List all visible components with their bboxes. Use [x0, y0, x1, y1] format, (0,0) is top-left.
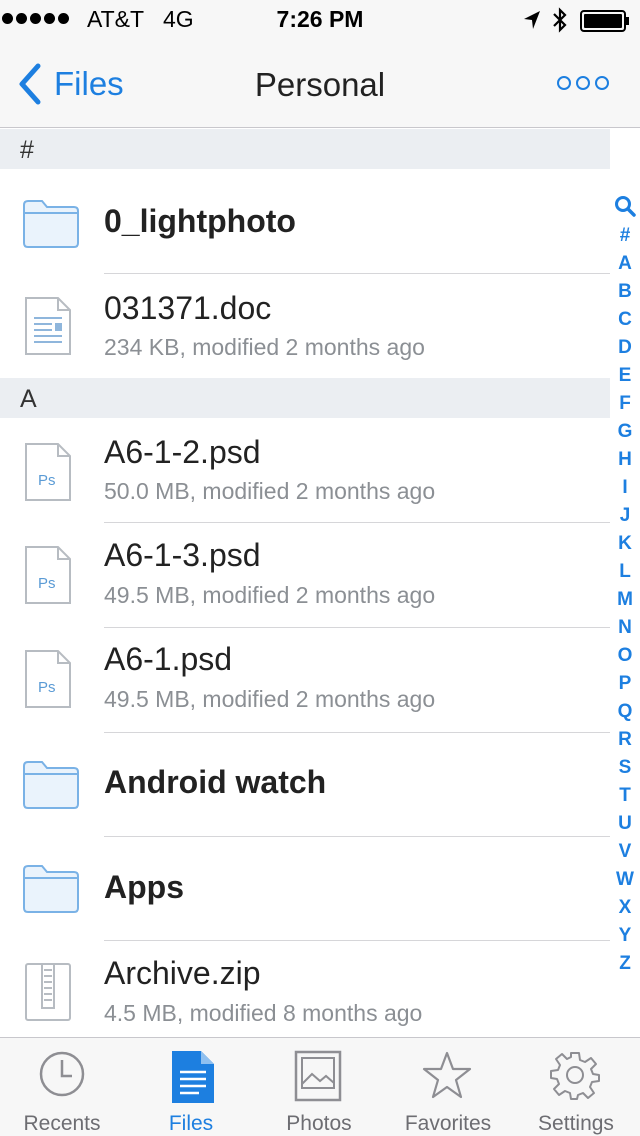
index-letter[interactable]: C — [610, 306, 640, 334]
clock-time: 7:26 PM — [276, 6, 364, 32]
location-arrow-icon — [524, 11, 540, 29]
index-letter[interactable]: Q — [610, 698, 640, 726]
file-name: Archive.zip — [104, 955, 261, 991]
tab-recents[interactable]: Recents — [0, 1038, 124, 1136]
status-bar: AT&T 4G 7:26 PM — [0, 0, 640, 40]
gear-icon — [550, 1052, 600, 1100]
index-letter[interactable]: H — [610, 446, 640, 474]
bluetooth-icon — [553, 7, 567, 33]
file-name: Apps — [104, 869, 184, 905]
psd-file-icon: Ps — [25, 650, 71, 708]
file-name: A6-1.psd — [104, 641, 233, 677]
tab-files[interactable]: Files — [129, 1038, 253, 1136]
index-letter[interactable]: # — [610, 222, 640, 250]
folder-icon — [23, 761, 79, 809]
file-name: Android watch — [104, 764, 327, 800]
folder-icon — [23, 200, 79, 248]
file-meta: 4.5 MB, modified 8 months ago — [104, 1000, 423, 1026]
index-letter[interactable]: X — [610, 894, 640, 922]
index-letter[interactable]: L — [610, 558, 640, 586]
document-icon — [25, 297, 71, 355]
file-meta: 49.5 MB, modified 2 months ago — [104, 582, 436, 608]
list-item-file[interactable]: Ps A6-1.psd 49.5 MB, modified 2 months a… — [0, 628, 610, 732]
clock-icon — [39, 1051, 85, 1097]
file-name: 0_lightphoto — [104, 203, 296, 239]
psd-file-icon: Ps — [25, 443, 71, 501]
psd-icon-text: Ps — [38, 575, 56, 592]
more-options-button[interactable] — [557, 72, 613, 94]
index-letter[interactable]: M — [610, 586, 640, 614]
index-letter[interactable]: D — [610, 334, 640, 362]
battery-icon — [580, 10, 629, 32]
index-letter[interactable]: F — [610, 390, 640, 418]
index-letter[interactable]: R — [610, 726, 640, 754]
tab-label: Settings — [538, 1112, 614, 1135]
file-meta: 50.0 MB, modified 2 months ago — [104, 478, 436, 504]
tab-label: Photos — [286, 1112, 352, 1135]
folder-icon — [23, 865, 79, 913]
file-meta: 234 KB, modified 2 months ago — [104, 334, 425, 360]
index-letter[interactable]: J — [610, 502, 640, 530]
index-letter[interactable]: V — [610, 838, 640, 866]
tab-settings[interactable]: Settings — [512, 1038, 640, 1136]
file-name: 031371.doc — [104, 290, 272, 326]
section-header-label: # — [20, 136, 34, 164]
psd-icon-text: Ps — [38, 679, 56, 696]
section-header-label: A — [20, 385, 37, 413]
page-title: Personal — [254, 66, 386, 103]
tab-bar: Recents Files Photos Favorites Settings — [0, 1037, 640, 1136]
index-letter[interactable]: Y — [610, 922, 640, 950]
index-letter[interactable]: G — [610, 418, 640, 446]
section-index-bar[interactable]: # A B C D E F G H I J K L M N O P Q R S … — [610, 222, 640, 978]
list-item-folder[interactable]: Android watch — [0, 733, 610, 837]
zip-file-icon — [25, 963, 71, 1021]
section-header: # — [0, 129, 610, 169]
file-name: A6-1-3.psd — [104, 537, 261, 573]
file-meta: 49.5 MB, modified 2 months ago — [104, 686, 436, 712]
list-item-file[interactable]: Archive.zip 4.5 MB, modified 8 months ag… — [0, 941, 610, 1037]
index-letter[interactable]: B — [610, 278, 640, 306]
photos-icon — [294, 1050, 342, 1102]
psd-file-icon: Ps — [25, 546, 71, 604]
psd-icon-text: Ps — [38, 472, 56, 489]
list-item-file[interactable]: Ps A6-1-3.psd 49.5 MB, modified 2 months… — [0, 523, 610, 627]
list-item-file[interactable]: Ps A6-1-2.psd 50.0 MB, modified 2 months… — [0, 418, 610, 522]
index-letter[interactable]: P — [610, 670, 640, 698]
tab-label: Favorites — [404, 1112, 492, 1135]
index-letter[interactable]: Z — [610, 950, 640, 978]
index-letter[interactable]: N — [610, 614, 640, 642]
tab-favorites[interactable]: Favorites — [384, 1038, 512, 1136]
tab-label: Recents — [23, 1112, 101, 1135]
star-icon — [422, 1051, 472, 1099]
app-screen: AT&T 4G 7:26 PM Files Personal # 0_light… — [0, 0, 640, 1136]
list-item-folder[interactable]: Apps — [0, 837, 610, 941]
navigation-bar: Files Personal — [0, 40, 640, 128]
tab-photos[interactable]: Photos — [256, 1038, 382, 1136]
index-letter[interactable]: K — [610, 530, 640, 558]
file-list: # 0_lightphoto 031371.doc 234 KB, modifi… — [0, 129, 610, 1037]
index-letter[interactable]: W — [610, 866, 640, 894]
section-header: A — [0, 378, 610, 418]
list-item-folder[interactable]: 0_lightphoto — [0, 169, 610, 273]
index-letter[interactable]: I — [610, 474, 640, 502]
index-letter[interactable]: A — [610, 250, 640, 278]
index-search-icon[interactable] — [613, 194, 637, 218]
index-letter[interactable]: O — [610, 642, 640, 670]
list-item-file[interactable]: 031371.doc 234 KB, modified 2 months ago — [0, 274, 610, 378]
tab-label: Files — [168, 1112, 214, 1135]
index-letter[interactable]: U — [610, 810, 640, 838]
index-letter[interactable]: E — [610, 362, 640, 390]
index-letter[interactable]: T — [610, 782, 640, 810]
files-icon — [172, 1051, 214, 1103]
index-letter[interactable]: S — [610, 754, 640, 782]
file-name: A6-1-2.psd — [104, 434, 261, 470]
